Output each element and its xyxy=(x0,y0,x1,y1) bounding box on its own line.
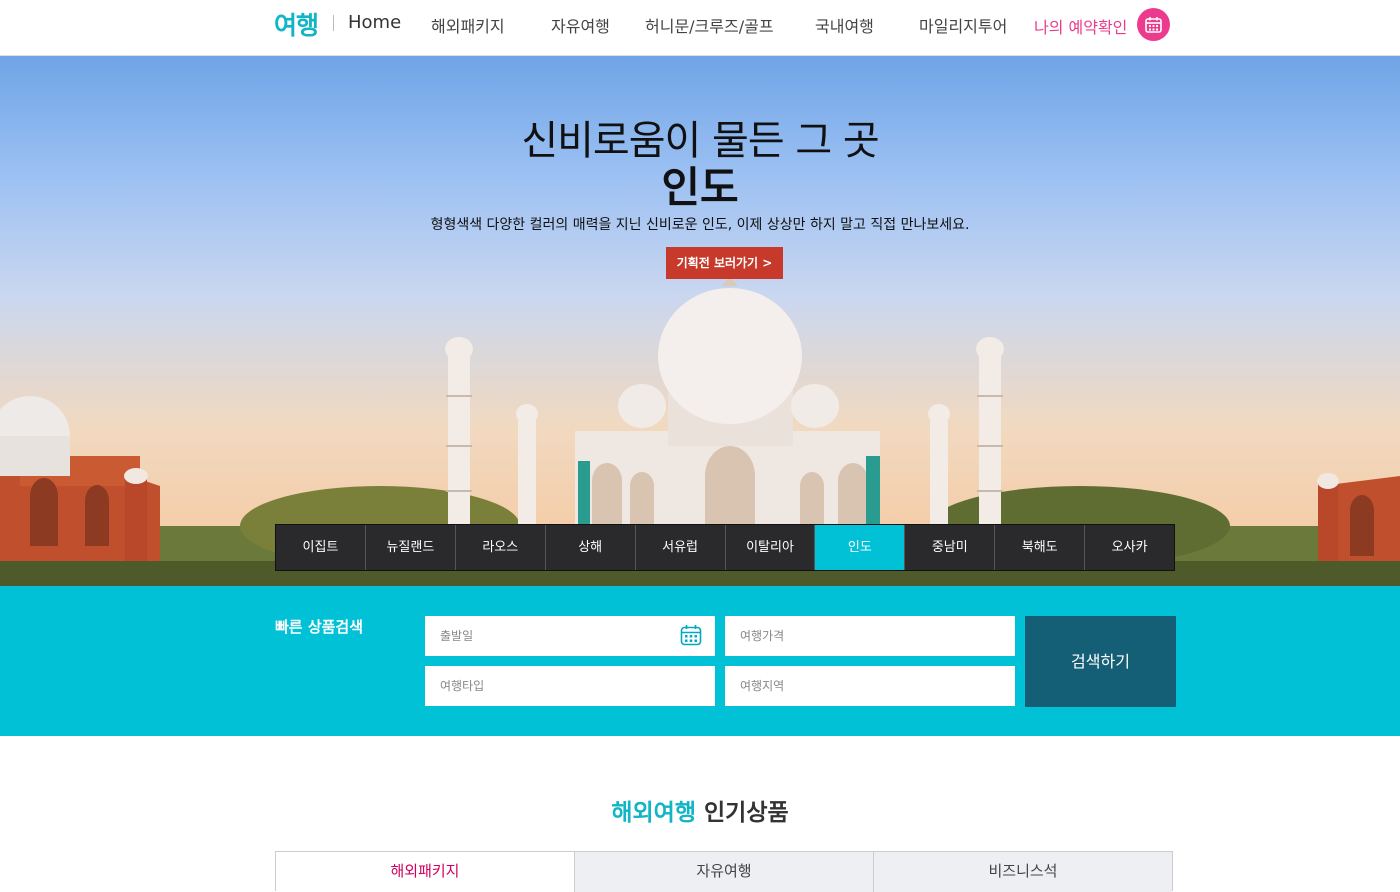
site-logo[interactable]: 여행 xyxy=(274,6,319,42)
logo-divider xyxy=(333,15,334,31)
nav-item-honeymoon-cruise-golf[interactable]: 허니문/크루즈/골프 xyxy=(645,13,774,37)
tab-overseas-package[interactable]: 해외패키지 xyxy=(276,852,575,892)
hero-description: 형형색색 다양한 컬러의 매력을 지닌 신비로운 인도, 이제 상상만 하지 말… xyxy=(430,217,970,233)
travel-type-placeholder: 여행타입 xyxy=(440,679,485,693)
top-navigation: 여행 Home 해외패키지 자유여행 허니문/크루즈/골프 국내여행 마일리지투… xyxy=(0,0,1400,56)
tab-egypt[interactable]: 이집트 xyxy=(276,525,366,570)
tab-hokkaido[interactable]: 북해도 xyxy=(995,525,1086,570)
tab-italy[interactable]: 이탈리아 xyxy=(726,525,816,570)
tab-latin-america[interactable]: 중남미 xyxy=(905,525,996,570)
travel-type-field[interactable]: 여행타입 xyxy=(425,666,715,706)
nav-item-overseas-package[interactable]: 해외패키지 xyxy=(431,13,505,37)
hero-destination: 인도 xyxy=(661,163,739,212)
tab-business-class[interactable]: 비즈니스석 xyxy=(874,852,1172,892)
popular-title-accent: 해외여행 xyxy=(611,800,696,826)
tab-laos[interactable]: 라오스 xyxy=(456,525,546,570)
nav-item-mileage-tour[interactable]: 마일리지투어 xyxy=(919,13,1007,37)
tab-new-zealand[interactable]: 뉴질랜드 xyxy=(366,525,456,570)
travel-price-placeholder: 여행가격 xyxy=(740,629,785,643)
tab-western-europe[interactable]: 서유럽 xyxy=(636,525,726,570)
nav-item-domestic[interactable]: 국내여행 xyxy=(815,13,874,37)
calendar-icon[interactable] xyxy=(680,624,702,646)
popular-section-title: 해외여행 인기상품 xyxy=(0,793,1400,827)
hero-banner: 신비로움이 물든 그 곳 인도 형형색색 다양한 컬러의 매력을 지닌 신비로운… xyxy=(0,56,1400,586)
destination-tabs: 이집트 뉴질랜드 라오스 상해 서유럽 이탈리아 인도 중남미 북해도 오사카 xyxy=(275,524,1175,571)
nav-home-link[interactable]: Home xyxy=(348,12,401,33)
search-button[interactable]: 검색하기 xyxy=(1025,616,1176,707)
travel-region-placeholder: 여행지역 xyxy=(740,679,785,693)
travel-region-field[interactable]: 여행지역 xyxy=(725,666,1015,706)
popular-product-tabs: 해외패키지 자유여행 비즈니스석 xyxy=(275,851,1173,892)
departure-date-placeholder: 출발일 xyxy=(440,629,474,643)
quick-search-panel: 빠른 상품검색 출발일 여행가격 여행타입 여행지역 검색하기 xyxy=(0,586,1400,736)
tab-free-travel[interactable]: 자유여행 xyxy=(575,852,874,892)
popular-title-rest: 인기상품 xyxy=(704,800,789,826)
travel-price-field[interactable]: 여행가격 xyxy=(725,616,1015,656)
quick-search-label: 빠른 상품검색 xyxy=(275,618,364,636)
my-booking-link[interactable]: 나의 예약확인 xyxy=(1034,14,1127,38)
nav-item-free-travel[interactable]: 자유여행 xyxy=(551,13,610,37)
tab-osaka[interactable]: 오사카 xyxy=(1085,525,1174,570)
view-exhibition-button[interactable]: 기획전 보러가기 > xyxy=(666,247,783,279)
calendar-icon[interactable] xyxy=(1137,8,1170,41)
tab-shanghai[interactable]: 상해 xyxy=(546,525,636,570)
tab-india[interactable]: 인도 xyxy=(815,525,906,570)
departure-date-field[interactable]: 출발일 xyxy=(425,616,715,656)
